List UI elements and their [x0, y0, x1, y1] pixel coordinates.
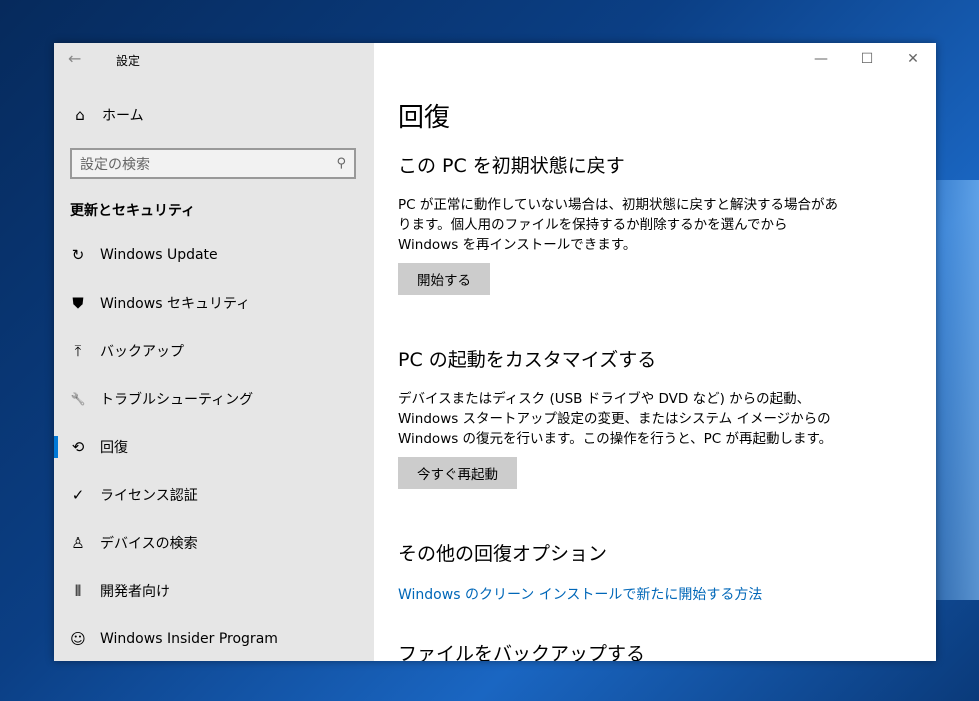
search-placeholder: 設定の検索: [80, 156, 150, 173]
sidebar-item-find-device[interactable]: ♙ デバイスの検索: [54, 519, 374, 567]
shield-icon: ⛊: [72, 294, 84, 312]
sidebar-nav: ↻ Windows Update ⛊ Windows セキュリティ ⤒ バックアップ …: [54, 231, 374, 661]
sidebar-item-backup[interactable]: ⤒ バックアップ: [54, 327, 374, 375]
main-content: — ☐ ✕ 回復 この PC を初期状態に戻す PC が正常に動作していない場合…: [374, 43, 936, 661]
category-heading: 更新とセキュリティ: [70, 203, 196, 219]
check-circle-icon: ✓: [71, 486, 85, 504]
nav-label: 回復: [100, 440, 128, 456]
restart-now-button[interactable]: 今すぐ再起動: [398, 457, 517, 489]
sidebar-item-recovery[interactable]: ⟲ 回復: [54, 423, 374, 471]
nav-label: Windows Insider Program: [100, 631, 278, 647]
app-title: 設定: [116, 54, 141, 68]
nav-label: Windows セキュリティ: [100, 296, 251, 312]
sidebar-item-troubleshoot[interactable]: 🔧 トラブルシューティング: [54, 375, 374, 423]
backup-heading: ファイルをバックアップする: [398, 643, 646, 661]
upload-arrow-icon: ⤒: [74, 342, 82, 360]
insider-ninja-cat-icon: ☺: [70, 630, 86, 648]
nav-label: 開発者向け: [100, 584, 170, 600]
refresh-icon: ↻: [71, 246, 85, 264]
history-icon: ⟲: [71, 438, 85, 456]
sidebar-item-developers[interactable]: ⫴ 開発者向け: [54, 567, 374, 615]
page-title: 回復: [398, 103, 451, 133]
minimize-button[interactable]: —: [798, 43, 844, 75]
developer-tools-icon: ⫴: [74, 582, 82, 600]
back-button[interactable]: ←: [68, 49, 81, 68]
sidebar-item-home[interactable]: ⌂ ホーム: [70, 105, 144, 125]
nav-label: トラブルシューティング: [100, 392, 254, 408]
nav-label: ライセンス認証: [100, 488, 198, 504]
nav-label: デバイスの検索: [100, 536, 198, 552]
sidebar: ← 設定 ⌂ ホーム 設定の検索 ⚲ 更新とセキュリティ ↻ Windows Upda…: [54, 43, 374, 661]
sidebar-item-activation[interactable]: ✓ ライセンス認証: [54, 471, 374, 519]
home-icon: ⌂: [75, 106, 85, 124]
start-reset-button[interactable]: 開始する: [398, 263, 490, 295]
close-button[interactable]: ✕: [890, 43, 936, 75]
nav-label: バックアップ: [100, 344, 184, 360]
maximize-button[interactable]: ☐: [844, 43, 890, 75]
window-controls: — ☐ ✕: [798, 43, 936, 75]
search-input[interactable]: 設定の検索 ⚲: [70, 148, 356, 179]
reset-heading: この PC を初期状態に戻す: [398, 155, 625, 177]
sidebar-item-insider[interactable]: ☺ Windows Insider Program: [54, 615, 374, 661]
reset-description: PC が正常に動作していない場合は、初期状態に戻すと解決する場合があります。個人…: [398, 197, 838, 253]
sidebar-item-windows-security[interactable]: ⛊ Windows セキュリティ: [54, 279, 374, 327]
other-options-heading: その他の回復オプション: [398, 543, 608, 565]
person-location-icon: ♙: [71, 534, 85, 552]
nav-label: Windows Update: [100, 247, 218, 263]
search-icon: ⚲: [336, 156, 346, 171]
startup-description: デバイスまたはディスク (USB ドライブや DVD など) からの起動、Win…: [398, 391, 833, 447]
home-label: ホーム: [102, 108, 144, 124]
settings-window: ← 設定 ⌂ ホーム 設定の検索 ⚲ 更新とセキュリティ ↻ Windows Upda…: [54, 43, 936, 661]
clean-install-link[interactable]: Windows のクリーン インストールで新たに開始する方法: [398, 584, 762, 604]
wrench-icon: 🔧: [70, 392, 86, 406]
startup-heading: PC の起動をカスタマイズする: [398, 349, 657, 371]
sidebar-item-windows-update[interactable]: ↻ Windows Update: [54, 231, 374, 279]
